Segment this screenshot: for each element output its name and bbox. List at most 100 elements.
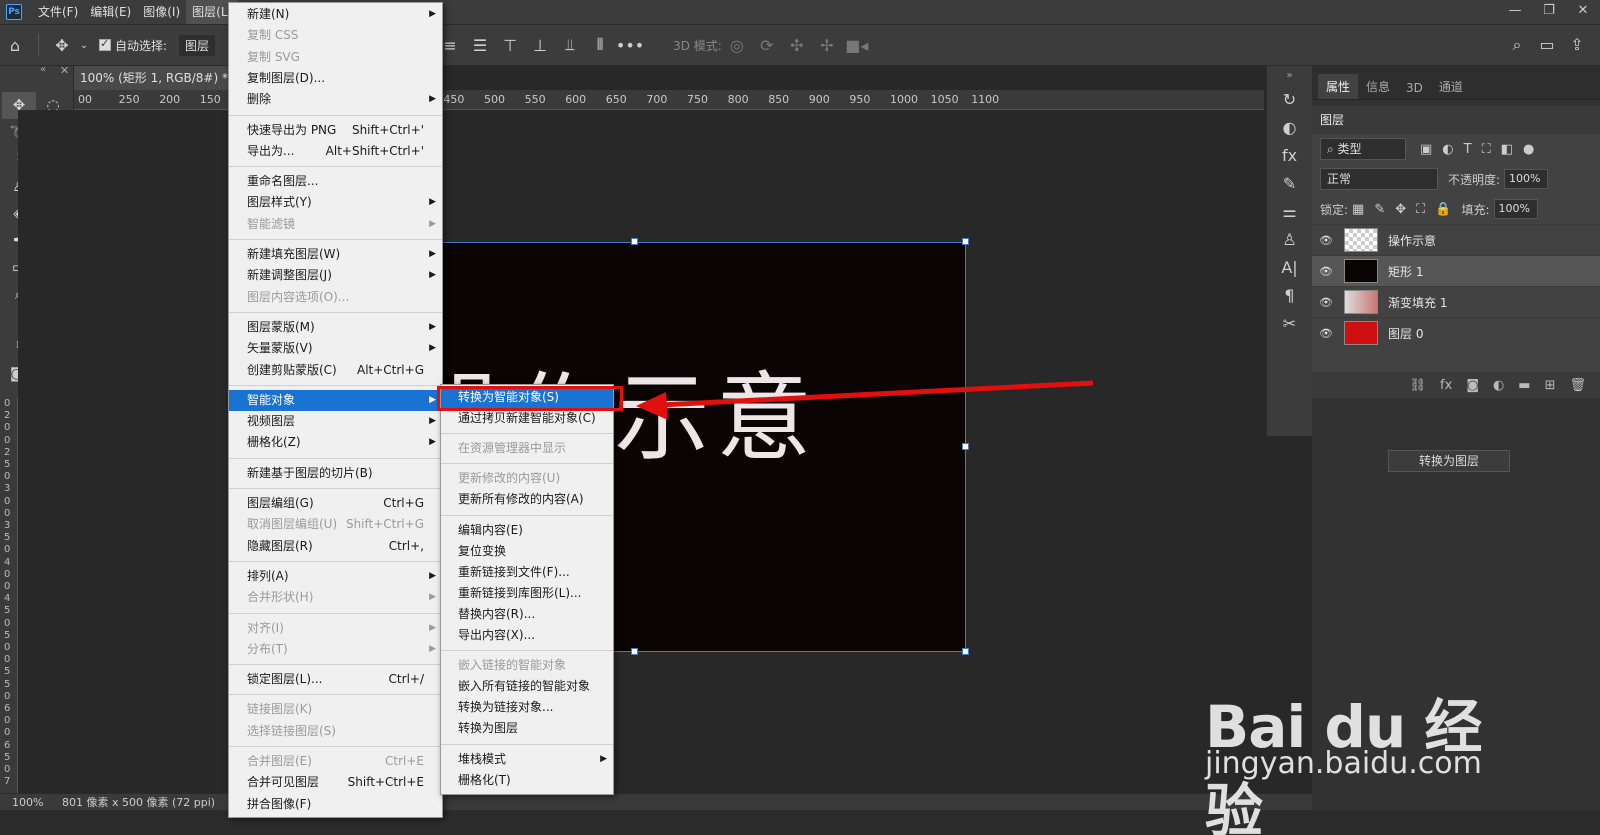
3d-camera-icon[interactable]: ■◂ — [842, 36, 872, 55]
brush-settings-icon[interactable]: ✎ — [1267, 170, 1312, 198]
zoom-level[interactable]: 100% — [12, 794, 43, 811]
3d-slide-icon[interactable]: ✢ — [812, 36, 842, 55]
menu-item[interactable]: 复制图层(D)... — [229, 68, 442, 89]
blend-mode-dropdown[interactable]: 正常 — [1320, 168, 1438, 190]
layer-row[interactable]: 👁 矩形 1 — [1312, 255, 1600, 286]
type-filter-icon[interactable]: T — [1464, 142, 1472, 157]
visibility-eye-icon[interactable]: 👁 — [1312, 265, 1340, 278]
share-icon[interactable]: ⇪ — [1562, 35, 1592, 55]
menu-item[interactable]: 合并可见图层 Shift+Ctrl+E — [229, 772, 442, 793]
transform-handle[interactable] — [631, 238, 638, 245]
history-icon[interactable]: ↻ — [1267, 86, 1312, 114]
lock-position-icon[interactable]: ✥ — [1395, 202, 1406, 217]
character-icon[interactable]: A| — [1267, 254, 1312, 282]
transform-handle[interactable] — [962, 238, 969, 245]
auto-select-dropdown[interactable]: 图层 — [179, 34, 216, 56]
3d-roll-icon[interactable]: ⟳ — [752, 36, 782, 55]
menu-item[interactable]: 排列(A) ▶ — [229, 566, 442, 587]
convert-to-layer-button[interactable]: 转换为图层 — [1388, 450, 1510, 472]
fx-icon[interactable]: fx — [1267, 142, 1312, 170]
menu-item[interactable]: 编辑(E) — [84, 0, 137, 24]
document-tab[interactable]: 100% (矩形 1, RGB/8#) * ✕ — [74, 66, 254, 90]
transform-handle[interactable] — [962, 648, 969, 655]
filter-toggle-icon[interactable]: ● — [1523, 142, 1534, 157]
clone-source-icon[interactable]: ♙ — [1267, 226, 1312, 254]
align-vcenter-icon[interactable]: ⊥ — [525, 36, 555, 55]
menu-item[interactable]: 新建填充图层(W) ▶ — [229, 244, 442, 265]
menu-item[interactable]: 更新所有修改的内容(A) — [441, 489, 613, 510]
workspace-icon[interactable]: ▭ — [1532, 35, 1562, 55]
menu-item[interactable]: 矢量蒙版(V) ▶ — [229, 338, 442, 359]
menu-item[interactable]: 智能对象 ▶ — [229, 389, 442, 411]
panel-tab[interactable]: 属性 — [1318, 74, 1359, 99]
menu-item[interactable]: 新建基于图层的切片(B) — [229, 463, 442, 484]
menu-item[interactable]: 快速导出为 PNG Shift+Ctrl+' — [229, 120, 442, 141]
menu-item[interactable]: 图层编组(G) Ctrl+G — [229, 493, 442, 514]
home-icon[interactable]: ⌂ — [0, 36, 30, 55]
panel-tab[interactable]: 3D — [1398, 77, 1431, 99]
distribute-icon[interactable]: ⫴ — [585, 35, 615, 55]
menu-item[interactable]: 新建(N) ▶ — [229, 4, 442, 25]
auto-select-checkbox[interactable] — [99, 37, 111, 51]
shape-filter-icon[interactable]: ⛶ — [1482, 142, 1491, 157]
tools-icon[interactable]: ✂ — [1267, 310, 1312, 338]
close-panel-icon[interactable]: ✕ — [60, 64, 69, 77]
menu-item[interactable]: 图像(I) — [137, 0, 186, 24]
align-top-icon[interactable]: ⊤ — [495, 36, 525, 55]
menu-item[interactable]: 编辑内容(E) — [441, 520, 613, 541]
layer-filter-dropdown[interactable]: ⌕ 类型 — [1320, 138, 1406, 160]
menu-item[interactable]: 复位变换 — [441, 541, 613, 562]
new-layer-icon[interactable]: ⊞ — [1545, 378, 1556, 393]
menu-item[interactable]: 通过拷贝新建智能对象(C) — [441, 408, 613, 429]
menu-item[interactable]: 隐藏图层(R) Ctrl+, — [229, 536, 442, 557]
color-icon[interactable]: ◐ — [1267, 114, 1312, 142]
visibility-eye-icon[interactable]: 👁 — [1312, 296, 1340, 309]
menu-item[interactable]: 图层蒙版(M) ▶ — [229, 317, 442, 338]
adjustment-filter-icon[interactable]: ◐ — [1442, 142, 1453, 157]
smart-filter-icon[interactable]: ◧ — [1501, 142, 1513, 157]
more-options-icon[interactable]: ••• — [615, 36, 645, 55]
link-layers-icon[interactable]: ⛓ — [1410, 378, 1427, 393]
fx-icon[interactable]: fx — [1440, 378, 1452, 393]
menu-item[interactable]: 替换内容(R)... — [441, 604, 613, 625]
paragraph-icon[interactable]: ¶ — [1267, 282, 1312, 310]
fill-field[interactable]: 100% — [1493, 199, 1538, 219]
menu-item[interactable]: 转换为图层 — [441, 718, 613, 739]
lock-transparent-icon[interactable]: ▦ — [1352, 202, 1364, 217]
layer-row[interactable]: 👁 操作示意 — [1312, 224, 1600, 255]
close-button[interactable]: ✕ — [1566, 0, 1600, 24]
menu-item[interactable]: 重命名图层... — [229, 171, 442, 192]
3d-pan-icon[interactable]: ✣ — [782, 36, 812, 55]
menu-item[interactable]: 转换为链接对象... — [441, 697, 613, 718]
transform-handle[interactable] — [631, 648, 638, 655]
3d-orbit-icon[interactable]: ◎ — [722, 36, 752, 55]
align-middle-icon[interactable]: ☰ — [465, 36, 495, 55]
menu-item[interactable]: 栅格化(T) — [441, 770, 613, 791]
lock-all-icon[interactable]: 🔒 — [1435, 202, 1451, 217]
lock-artboard-icon[interactable]: ⛶ — [1416, 202, 1425, 217]
menu-item[interactable]: 堆栈模式 ▶ — [441, 749, 613, 770]
adjustments-icon[interactable]: ⚌ — [1267, 198, 1312, 226]
menu-item[interactable]: 删除 ▶ — [229, 89, 442, 110]
layer-row[interactable]: 👁 渐变填充 1 — [1312, 286, 1600, 317]
menu-item[interactable]: 锁定图层(L)... Ctrl+/ — [229, 669, 442, 690]
menu-item[interactable]: 导出内容(X)... — [441, 625, 613, 646]
visibility-eye-icon[interactable]: 👁 — [1312, 234, 1340, 247]
menu-item[interactable]: 新建调整图层(J) ▶ — [229, 265, 442, 286]
chevron-down-icon[interactable]: ⌄ — [77, 40, 91, 51]
new-group-icon[interactable]: ▬ — [1518, 378, 1530, 393]
menu-item[interactable]: 视频图层 ▶ — [229, 411, 442, 432]
menu-item[interactable]: 文件(F) — [32, 0, 84, 24]
panel-tab[interactable]: 通道 — [1431, 74, 1471, 99]
move-tool-icon[interactable]: ✥ — [47, 36, 77, 55]
delete-layer-icon[interactable]: 🗑 — [1569, 378, 1586, 393]
search-icon[interactable]: ⌕ — [1502, 35, 1532, 55]
image-filter-icon[interactable]: ▣ — [1420, 142, 1432, 157]
menu-item[interactable]: 重新链接到库图形(L)... — [441, 583, 613, 604]
lock-pixels-icon[interactable]: ✎ — [1374, 202, 1385, 217]
layer-row[interactable]: 👁 图层 0 — [1312, 317, 1600, 348]
menu-item[interactable]: 导出为... Alt+Shift+Ctrl+' — [229, 141, 442, 162]
minimize-button[interactable]: — — [1498, 0, 1532, 24]
menu-item[interactable]: 创建剪贴蒙版(C) Alt+Ctrl+G — [229, 360, 442, 381]
restore-button[interactable]: ❐ — [1532, 0, 1566, 24]
